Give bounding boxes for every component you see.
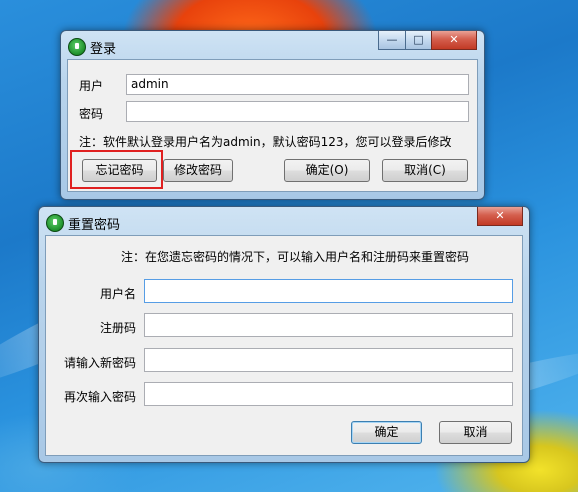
minimize-button[interactable]: — — [378, 31, 406, 50]
reset-ok-button[interactable]: 确定 — [351, 421, 422, 444]
reset-note: 注：在您遗忘密码的情况下，可以输入用户名和注册码来重置密码 — [121, 250, 470, 264]
app-icon — [46, 214, 64, 232]
password-label: 密码 — [79, 107, 104, 121]
login-note: 注：软件默认登录用户名为admin，默认密码123，您可以登录后修改 — [79, 135, 452, 149]
ok-button[interactable]: 确定(O) — [284, 159, 370, 182]
close-button[interactable]: ✕ — [477, 207, 523, 226]
registration-code-label: 注册码 — [99, 321, 136, 335]
confirm-password-field[interactable] — [144, 382, 513, 406]
maximize-button[interactable]: □ — [405, 31, 432, 50]
highlight-box — [70, 150, 163, 189]
username-field[interactable]: admin — [126, 74, 469, 95]
cancel-button[interactable]: 取消(C) — [382, 159, 468, 182]
change-password-button[interactable]: 修改密码 — [163, 159, 233, 182]
reset-cancel-button[interactable]: 取消 — [439, 421, 512, 444]
reset-window-title: 重置密码 — [68, 218, 121, 233]
username-label: 用户 — [79, 79, 104, 93]
reset-client-area: 注：在您遗忘密码的情况下，可以输入用户名和注册码来重置密码 用户名 注册码 请输… — [45, 235, 523, 456]
confirm-password-label: 再次输入密码 — [63, 390, 136, 404]
reset-titlebar[interactable]: 重置密码 — [39, 207, 529, 235]
password-field[interactable] — [126, 101, 469, 122]
app-icon — [68, 38, 86, 56]
new-password-field[interactable] — [144, 348, 513, 372]
login-window-title: 登录 — [90, 42, 117, 57]
new-password-label: 请输入新密码 — [63, 356, 136, 370]
username-field[interactable] — [144, 279, 513, 303]
reset-password-window: 重置密码 ✕ 注：在您遗忘密码的情况下，可以输入用户名和注册码来重置密码 用户名… — [38, 206, 530, 463]
registration-code-field[interactable] — [144, 313, 513, 337]
username-label: 用户名 — [99, 287, 136, 301]
close-button[interactable]: ✕ — [431, 31, 477, 50]
